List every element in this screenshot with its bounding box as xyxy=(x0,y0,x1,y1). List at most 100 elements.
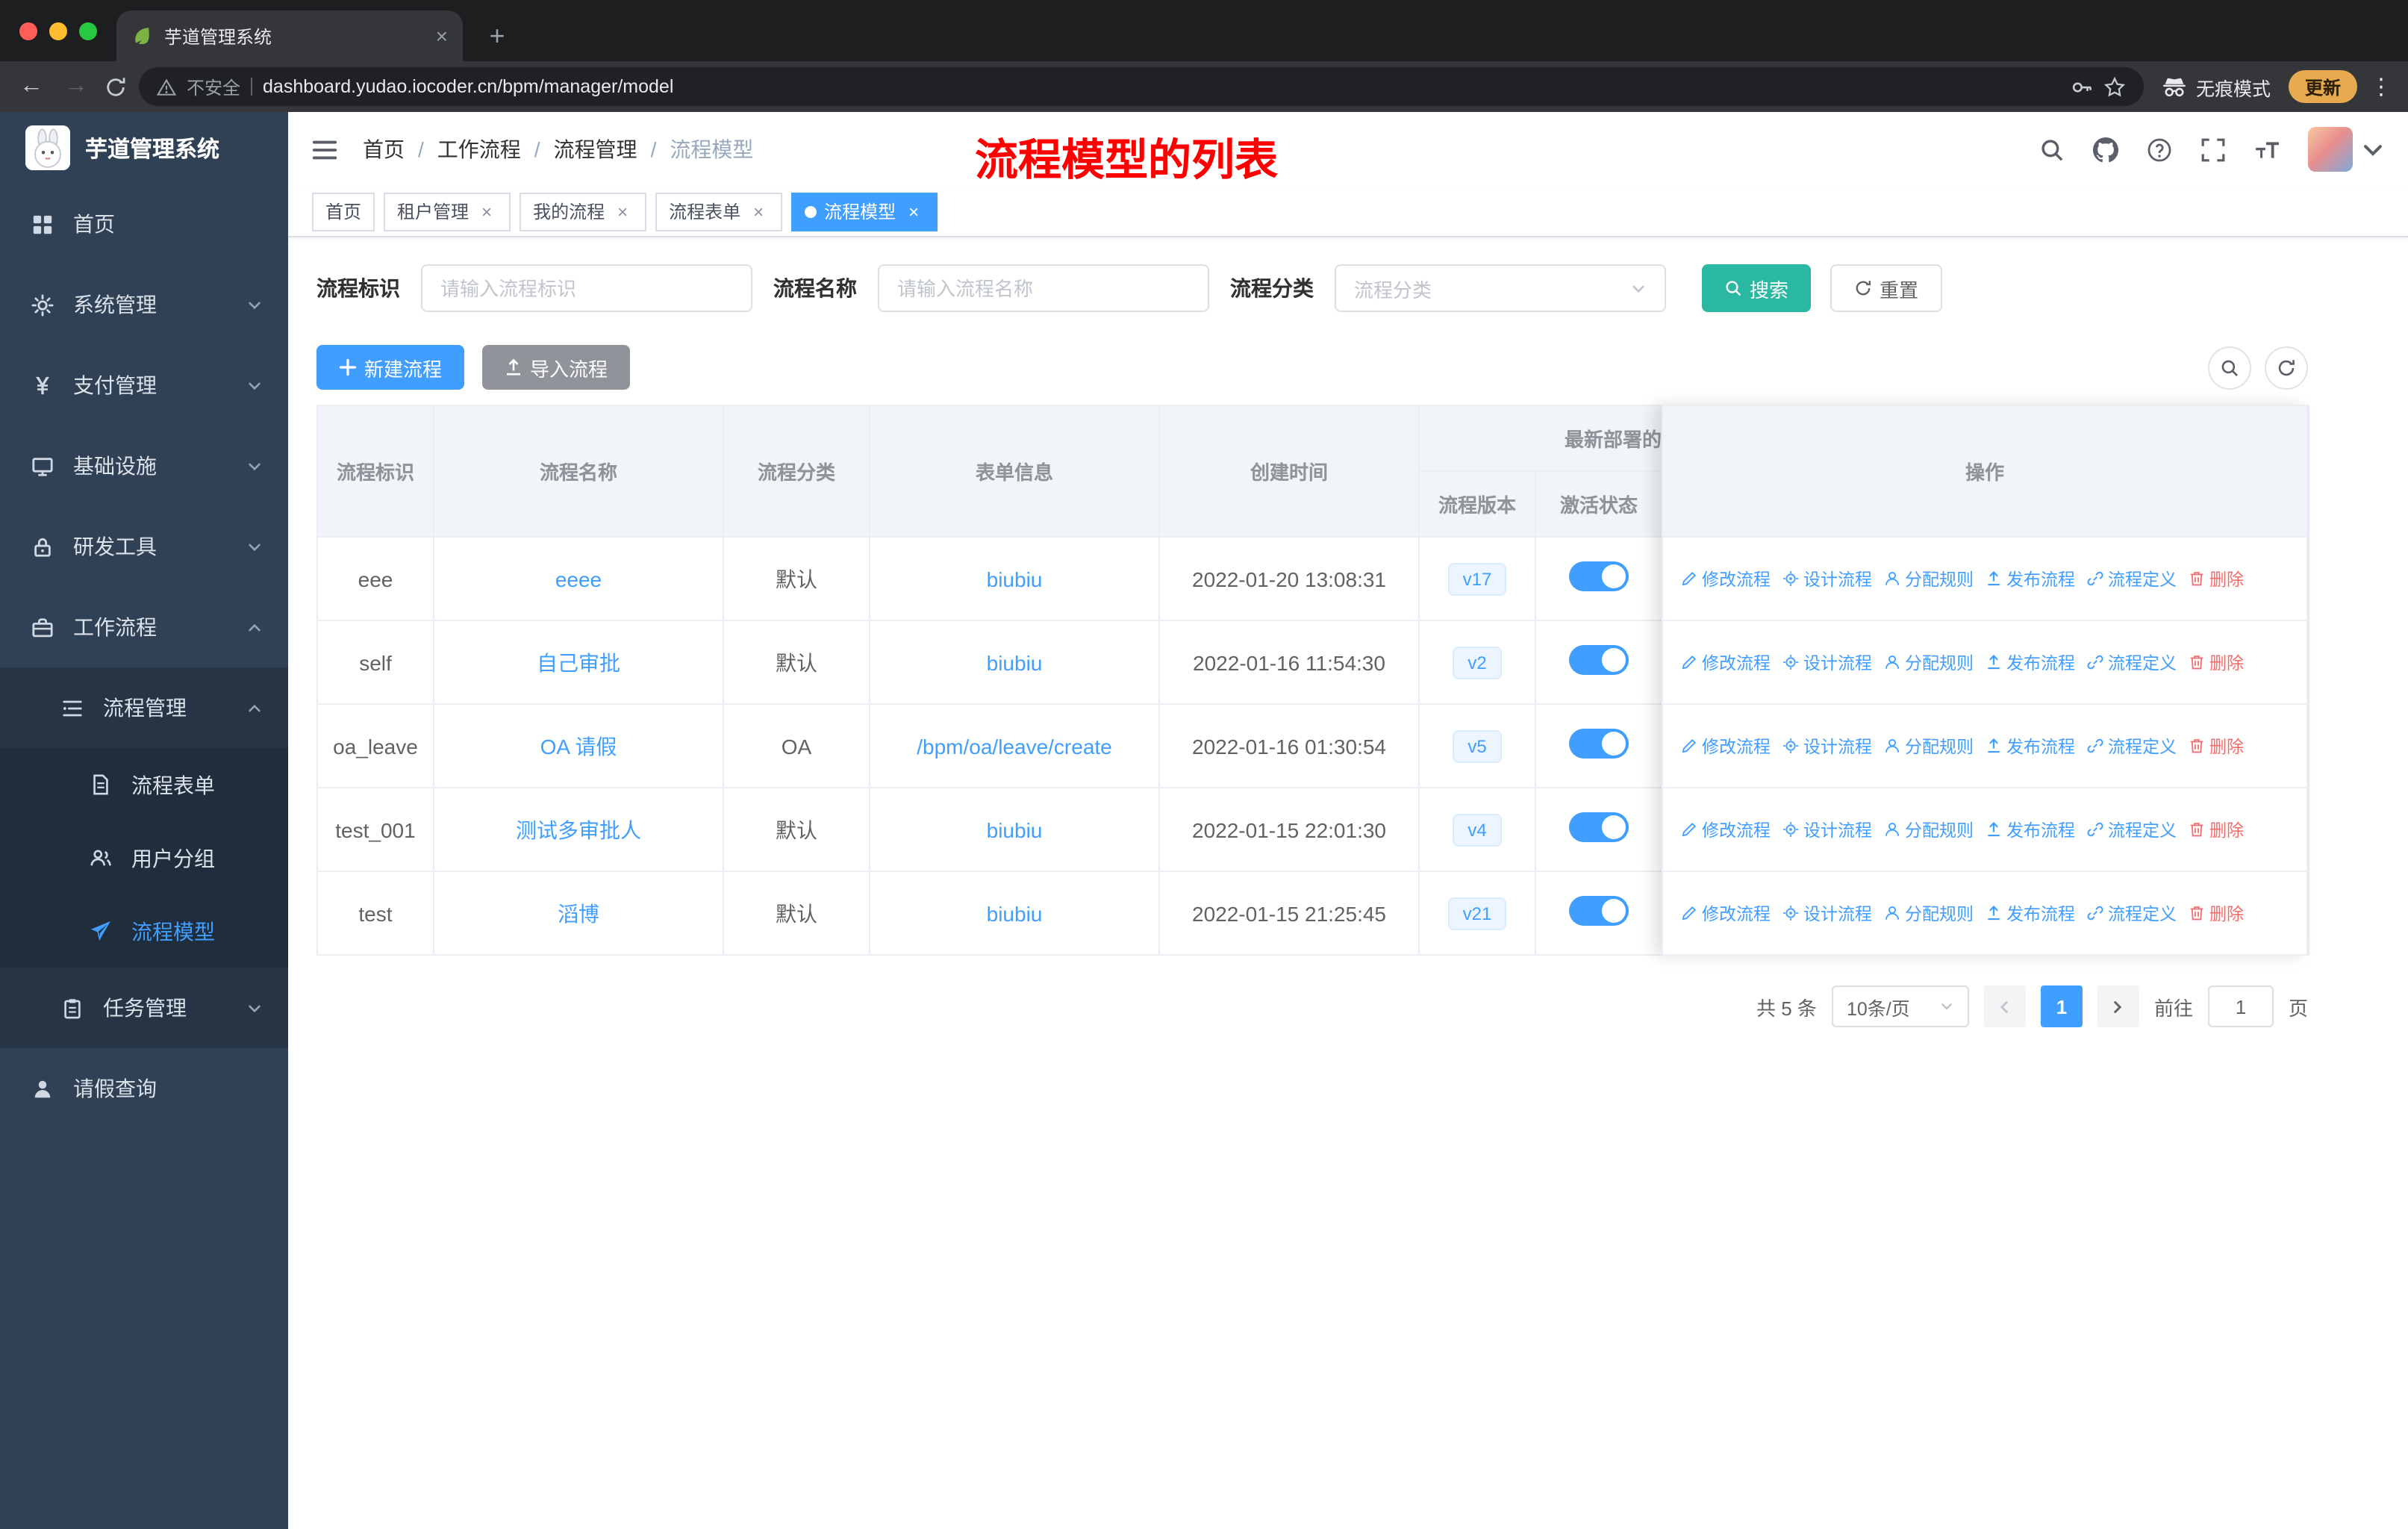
tag-close-icon[interactable]: × xyxy=(612,201,633,222)
hamburger-icon[interactable] xyxy=(311,135,339,164)
form-info-link[interactable]: biubiu xyxy=(987,567,1043,591)
sidebar-item-用户分组[interactable]: 用户分组 xyxy=(0,821,288,894)
action-分配规则-link[interactable]: 分配规则 xyxy=(1884,818,1974,841)
update-button[interactable]: 更新 xyxy=(2288,70,2357,103)
browser-menu-dots-icon[interactable]: ⋮ xyxy=(2369,73,2393,100)
active-status-toggle[interactable] xyxy=(1569,812,1629,842)
action-删除-link[interactable]: 删除 xyxy=(2189,901,2244,925)
process-name-link[interactable]: 测试多审批人 xyxy=(516,818,641,841)
sidebar-item-支付管理[interactable]: 支付管理 xyxy=(0,345,288,426)
tag-租户管理[interactable]: 租户管理 × xyxy=(384,192,511,231)
form-info-link[interactable]: /bpm/oa/leave/create xyxy=(917,734,1112,758)
action-流程定义-link[interactable]: 流程定义 xyxy=(2087,650,2177,674)
breadcrumb-item-流程管理[interactable]: 流程管理 xyxy=(554,134,637,164)
active-status-toggle[interactable] xyxy=(1569,645,1629,675)
form-info-link[interactable]: biubiu xyxy=(987,818,1043,841)
new-tab-icon[interactable]: + xyxy=(478,16,517,55)
action-修改流程-link[interactable]: 修改流程 xyxy=(1681,818,1771,841)
action-修改流程-link[interactable]: 修改流程 xyxy=(1681,734,1771,758)
url-bar[interactable]: 不安全 dashboard.yudao.iocoder.cn/bpm/manag… xyxy=(139,67,2144,106)
action-发布流程-link[interactable]: 发布流程 xyxy=(1986,567,2075,591)
action-流程定义-link[interactable]: 流程定义 xyxy=(2087,734,2177,758)
action-流程定义-link[interactable]: 流程定义 xyxy=(2087,901,2177,925)
key-icon[interactable] xyxy=(2071,75,2093,98)
window-zoom-button[interactable] xyxy=(79,22,97,40)
tag-我的流程[interactable]: 我的流程 × xyxy=(520,192,647,231)
goto-page-input[interactable] xyxy=(2207,985,2274,1027)
process-name-link[interactable]: 自己审批 xyxy=(537,650,620,674)
action-删除-link[interactable]: 删除 xyxy=(2189,818,2244,841)
action-分配规则-link[interactable]: 分配规则 xyxy=(1884,567,1974,591)
window-close-button[interactable] xyxy=(19,22,37,40)
breadcrumb-item-工作流程[interactable]: 工作流程 xyxy=(437,134,521,164)
action-发布流程-link[interactable]: 发布流程 xyxy=(1986,901,2075,925)
form-info-link[interactable]: biubiu xyxy=(987,650,1043,674)
action-删除-link[interactable]: 删除 xyxy=(2189,567,2244,591)
toggle-search-button[interactable] xyxy=(2208,346,2251,389)
action-分配规则-link[interactable]: 分配规则 xyxy=(1884,650,1974,674)
tab-close-icon[interactable]: × xyxy=(436,24,448,48)
tag-流程表单[interactable]: 流程表单 × xyxy=(655,192,783,231)
sidebar-item-研发工具[interactable]: 研发工具 xyxy=(0,506,288,587)
sidebar-item-首页[interactable]: 首页 xyxy=(0,184,288,264)
search-icon[interactable] xyxy=(2039,137,2065,162)
sidebar-item-请假查询[interactable]: 请假查询 xyxy=(0,1048,288,1129)
create-process-button[interactable]: 新建流程 xyxy=(316,345,465,390)
action-分配规则-link[interactable]: 分配规则 xyxy=(1884,734,1974,758)
next-page-button[interactable] xyxy=(2097,985,2139,1027)
fullscreen-icon[interactable] xyxy=(2200,137,2226,162)
github-icon[interactable] xyxy=(2093,137,2118,162)
action-流程定义-link[interactable]: 流程定义 xyxy=(2087,567,2177,591)
sidebar-item-流程管理[interactable]: 流程管理 xyxy=(0,667,288,748)
action-删除-link[interactable]: 删除 xyxy=(2189,650,2244,674)
search-button[interactable]: 搜索 xyxy=(1702,264,1812,312)
window-minimize-button[interactable] xyxy=(49,22,67,40)
tag-close-icon[interactable]: × xyxy=(748,201,769,222)
reset-button[interactable]: 重置 xyxy=(1830,264,1943,312)
sidebar-item-工作流程[interactable]: 工作流程 xyxy=(0,587,288,667)
action-修改流程-link[interactable]: 修改流程 xyxy=(1681,650,1771,674)
tag-首页[interactable]: 首页 xyxy=(312,192,375,231)
active-status-toggle[interactable] xyxy=(1569,896,1629,926)
action-修改流程-link[interactable]: 修改流程 xyxy=(1681,901,1771,925)
action-流程定义-link[interactable]: 流程定义 xyxy=(2087,818,2177,841)
import-process-button[interactable]: 导入流程 xyxy=(482,345,631,390)
action-修改流程-link[interactable]: 修改流程 xyxy=(1681,567,1771,591)
action-设计流程-link[interactable]: 设计流程 xyxy=(1782,567,1872,591)
active-status-toggle[interactable] xyxy=(1569,729,1629,759)
refresh-table-button[interactable] xyxy=(2265,346,2308,389)
process-name-link[interactable]: 滔博 xyxy=(558,901,599,925)
breadcrumb-item-首页[interactable]: 首页 xyxy=(363,134,405,164)
action-发布流程-link[interactable]: 发布流程 xyxy=(1986,734,2075,758)
process-name-link[interactable]: eeee xyxy=(555,567,602,591)
page-size-select[interactable]: 10条/页 xyxy=(1831,985,1969,1027)
user-avatar[interactable] xyxy=(2308,127,2386,172)
action-设计流程-link[interactable]: 设计流程 xyxy=(1782,818,1872,841)
sidebar-item-流程表单[interactable]: 流程表单 xyxy=(0,748,288,821)
sidebar-item-基础设施[interactable]: 基础设施 xyxy=(0,426,288,506)
tag-流程模型[interactable]: 流程模型 × xyxy=(791,192,938,231)
font-size-icon[interactable] xyxy=(2254,137,2280,162)
process-name-link[interactable]: OA 请假 xyxy=(540,734,617,758)
action-设计流程-link[interactable]: 设计流程 xyxy=(1782,901,1872,925)
active-status-toggle[interactable] xyxy=(1569,561,1629,591)
forward-icon[interactable]: → xyxy=(60,70,93,103)
category-select[interactable]: 流程分类 xyxy=(1335,264,1666,312)
back-icon[interactable]: ← xyxy=(15,70,48,103)
process-id-input[interactable] xyxy=(421,264,752,312)
action-删除-link[interactable]: 删除 xyxy=(2189,734,2244,758)
action-设计流程-link[interactable]: 设计流程 xyxy=(1782,650,1872,674)
form-info-link[interactable]: biubiu xyxy=(987,901,1043,925)
sidebar-item-系统管理[interactable]: 系统管理 xyxy=(0,264,288,345)
action-分配规则-link[interactable]: 分配规则 xyxy=(1884,901,1974,925)
action-设计流程-link[interactable]: 设计流程 xyxy=(1782,734,1872,758)
sidebar-item-流程模型[interactable]: 流程模型 xyxy=(0,894,288,968)
bookmark-star-icon[interactable] xyxy=(2103,75,2126,98)
prev-page-button[interactable] xyxy=(1983,985,2026,1027)
action-发布流程-link[interactable]: 发布流程 xyxy=(1986,818,2075,841)
browser-tab[interactable]: 芋道管理系统 × xyxy=(116,10,463,61)
tag-close-icon[interactable]: × xyxy=(476,201,497,222)
action-发布流程-link[interactable]: 发布流程 xyxy=(1986,650,2075,674)
help-icon[interactable] xyxy=(2147,137,2172,162)
reload-icon[interactable] xyxy=(105,75,127,98)
